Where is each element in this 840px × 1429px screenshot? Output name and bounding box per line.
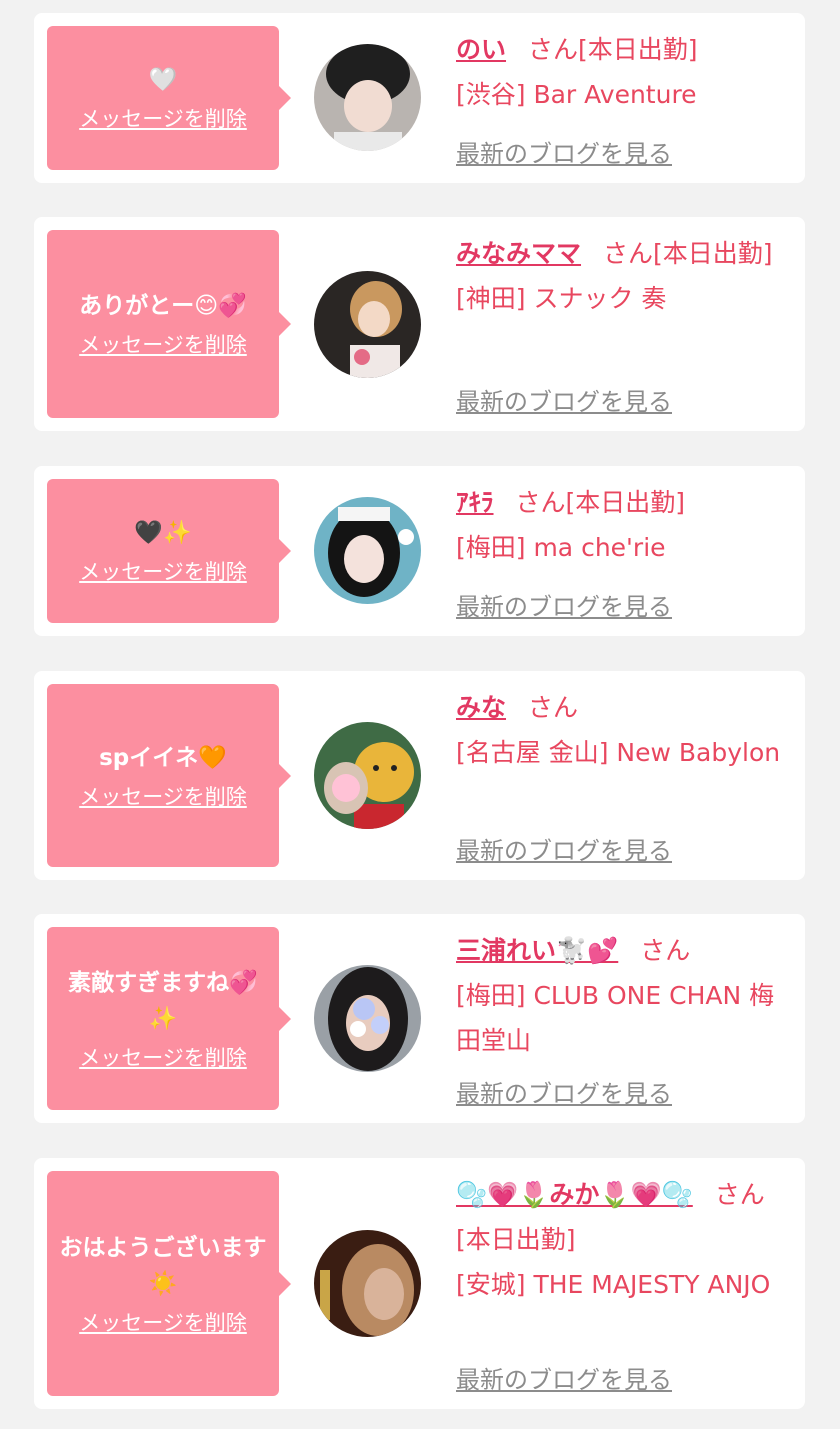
cast-info: みなみママ さん[本日出勤] [神田] スナック 奏 xyxy=(456,231,786,321)
message-bubble: 🖤✨ メッセージを削除 xyxy=(47,479,291,623)
attendance-status: [本日出勤] xyxy=(578,35,698,64)
cast-name-link[interactable]: ｱｷﾗ xyxy=(456,488,494,517)
latest-blog-link[interactable]: 最新のブログを見る xyxy=(456,831,672,866)
message-bubble: 🤍 メッセージを削除 xyxy=(47,26,291,170)
avatar[interactable] xyxy=(314,497,421,604)
list-item: 素敵すぎますね💞✨ メッセージを削除 三浦れい🐩💕 さん [梅田] CLUB ON… xyxy=(34,914,805,1123)
cast-info: 三浦れい🐩💕 さん [梅田] CLUB ONE CHAN 梅田堂山 xyxy=(456,928,786,1063)
cast-name-link[interactable]: みな xyxy=(456,693,506,722)
cast-info: のい さん[本日出勤] [渋谷] Bar Aventure xyxy=(456,27,786,117)
latest-blog-link[interactable]: 最新のブログを見る xyxy=(456,1074,672,1109)
list-item: 🖤✨ メッセージを削除 ｱｷﾗ さん[本日出勤] [梅田] ma che'rie … xyxy=(34,466,805,636)
cast-name-link[interactable]: みなみママ xyxy=(456,239,581,268)
message-text: 🤍 xyxy=(148,67,178,93)
avatar[interactable] xyxy=(314,1230,421,1337)
honorific: さん xyxy=(603,239,654,268)
avatar[interactable] xyxy=(314,44,421,151)
latest-blog-link[interactable]: 最新のブログを見る xyxy=(456,587,672,622)
honorific: さん xyxy=(528,35,579,64)
list-item: spイイネ🧡 メッセージを削除 みな さん [名古屋 金山] New Babylo… xyxy=(34,671,805,880)
attendance-status: [本日出勤] xyxy=(565,488,686,517)
list-item: ありがとー😊💞 メッセージを削除 みなみママ さん[本日出勤] [神田] スナック… xyxy=(34,217,805,431)
store-name: [安城] THE MAJESTY ANJO xyxy=(456,1270,771,1299)
list-item: 🤍 メッセージを削除 のい さん[本日出勤] [渋谷] Bar Aventure … xyxy=(34,13,805,183)
store-name: [名古屋 金山] New Babylon xyxy=(456,738,781,767)
store-name: [梅田] ma che'rie xyxy=(456,533,666,562)
delete-message-link[interactable]: メッセージを削除 xyxy=(79,1043,247,1073)
store-name: [渋谷] Bar Aventure xyxy=(456,80,697,109)
message-bubble: ありがとー😊💞 メッセージを削除 xyxy=(47,230,291,418)
honorific: さん xyxy=(640,936,691,965)
delete-message-link[interactable]: メッセージを削除 xyxy=(79,104,247,134)
list-item: おはようございます☀️ メッセージを削除 🫧💗🌷みか🌷💗🫧 さん [本日出勤] [安… xyxy=(34,1158,805,1409)
latest-blog-link[interactable]: 最新のブログを見る xyxy=(456,1360,672,1395)
latest-blog-link[interactable]: 最新のブログを見る xyxy=(456,382,672,417)
cast-name-link[interactable]: 🫧💗🌷みか🌷💗🫧 xyxy=(456,1180,693,1209)
latest-blog-link[interactable]: 最新のブログを見る xyxy=(456,134,672,169)
delete-message-link[interactable]: メッセージを削除 xyxy=(79,1308,247,1338)
cast-info: ｱｷﾗ さん[本日出勤] [梅田] ma che'rie xyxy=(456,480,786,570)
delete-message-link[interactable]: メッセージを削除 xyxy=(79,557,247,587)
message-text: ありがとー😊💞 xyxy=(79,293,247,319)
message-text: spイイネ🧡 xyxy=(99,744,227,771)
message-bubble: おはようございます☀️ メッセージを削除 xyxy=(47,1171,291,1396)
delete-message-link[interactable]: メッセージを削除 xyxy=(79,782,247,812)
honorific: さん xyxy=(528,693,579,722)
honorific: さん xyxy=(714,1180,765,1209)
message-bubble: 素敵すぎますね💞✨ メッセージを削除 xyxy=(47,927,291,1110)
delete-message-link[interactable]: メッセージを削除 xyxy=(79,330,247,360)
store-name: [梅田] CLUB ONE CHAN 梅田堂山 xyxy=(456,981,775,1055)
store-name: [神田] スナック 奏 xyxy=(456,284,667,313)
honorific: さん xyxy=(515,488,566,517)
cast-info: みな さん [名古屋 金山] New Babylon xyxy=(456,685,786,775)
message-text: 🖤✨ xyxy=(134,520,192,546)
cast-info: 🫧💗🌷みか🌷💗🫧 さん [本日出勤] [安城] THE MAJESTY ANJO xyxy=(456,1172,786,1307)
attendance-status: [本日出勤] xyxy=(653,239,773,268)
message-bubble: spイイネ🧡 メッセージを削除 xyxy=(47,684,291,867)
message-text: おはようございます☀️ xyxy=(59,1234,267,1297)
cast-name-link[interactable]: 三浦れい🐩💕 xyxy=(456,936,618,965)
attendance-status: [本日出勤] xyxy=(456,1225,576,1254)
avatar[interactable] xyxy=(314,271,421,378)
avatar[interactable] xyxy=(314,965,421,1072)
avatar[interactable] xyxy=(314,722,421,829)
cast-name-link[interactable]: のい xyxy=(456,35,506,64)
message-text: 素敵すぎますね💞✨ xyxy=(68,969,258,1032)
